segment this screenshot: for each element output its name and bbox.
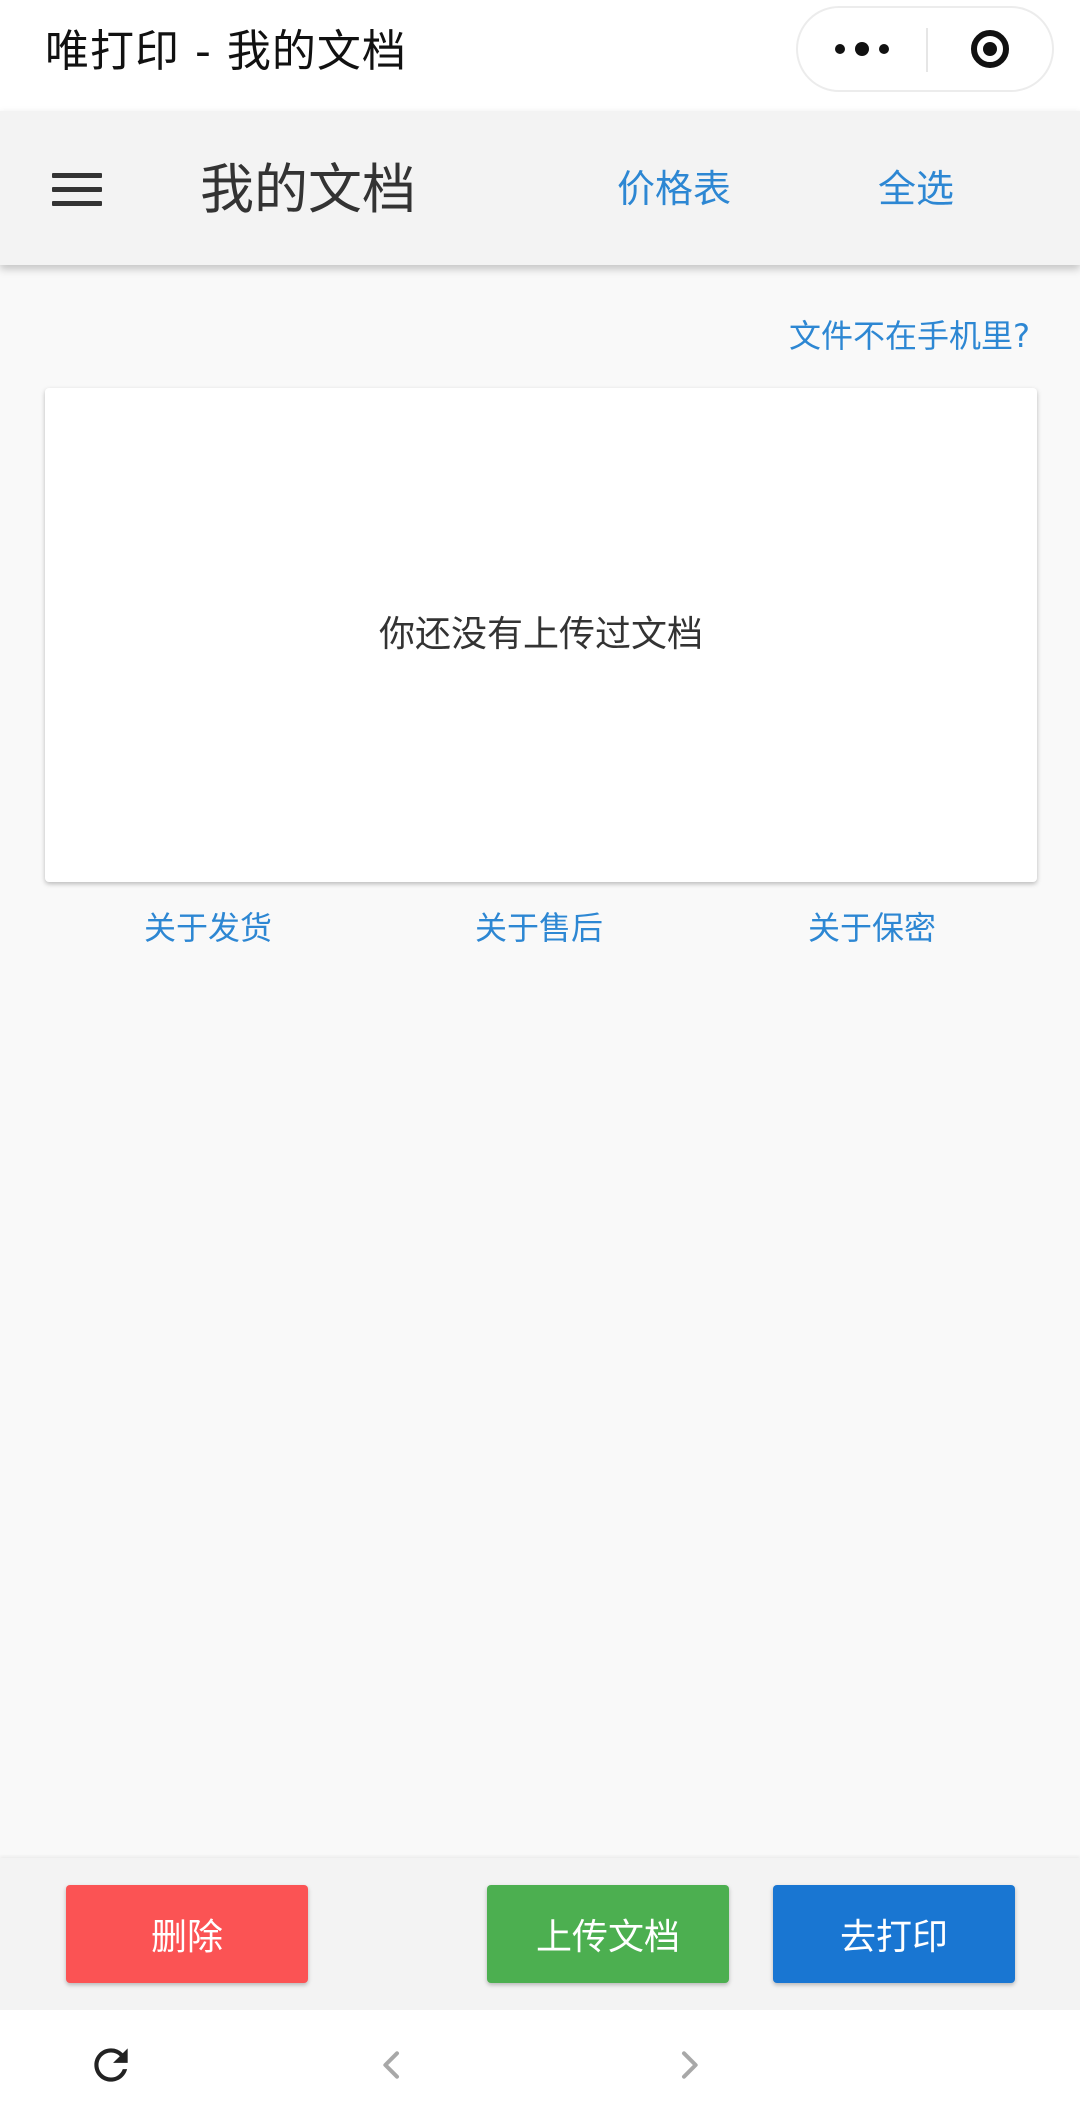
target-close-icon <box>971 30 1009 68</box>
miniapp-title: 唯打印 - 我的文档 <box>45 26 407 77</box>
page-header: 我的文档 价格表 全选 <box>0 111 1080 265</box>
empty-state-message: 你还没有上传过文档 <box>378 614 703 655</box>
document-list-card: 你还没有上传过文档 <box>45 388 1037 882</box>
price-list-link[interactable]: 价格表 <box>617 164 731 214</box>
refresh-button[interactable] <box>76 2030 146 2100</box>
file-not-on-phone-link[interactable]: 文件不在手机里? <box>789 314 1030 358</box>
miniapp-top-bar: 唯打印 - 我的文档 <box>0 0 1080 111</box>
action-bar: 删除 上传文档 去打印 <box>0 1858 1080 2010</box>
refresh-icon <box>94 2048 128 2082</box>
navigation-bar <box>0 2010 1080 2119</box>
chevron-right-icon <box>682 2051 698 2079</box>
delete-button[interactable]: 删除 <box>66 1885 308 1983</box>
more-button[interactable] <box>798 8 926 90</box>
back-button[interactable] <box>357 2030 427 2100</box>
about-shipping-link[interactable]: 关于发货 <box>144 906 272 950</box>
more-dots-icon <box>835 44 845 54</box>
more-dots-icon-center <box>855 42 869 56</box>
miniapp-capsule <box>796 6 1054 92</box>
more-dots-icon-right <box>879 44 889 54</box>
close-miniapp-button[interactable] <box>928 8 1052 90</box>
page-title: 我的文档 <box>200 158 416 221</box>
go-print-button[interactable]: 去打印 <box>773 1885 1015 1983</box>
about-after-sales-link[interactable]: 关于售后 <box>475 906 603 950</box>
upload-document-button[interactable]: 上传文档 <box>487 1885 729 1983</box>
chevron-left-icon <box>383 2051 399 2079</box>
forward-button[interactable] <box>654 2030 724 2100</box>
about-privacy-link[interactable]: 关于保密 <box>808 906 936 950</box>
select-all-button[interactable]: 全选 <box>878 164 954 214</box>
hamburger-menu-icon[interactable] <box>52 173 102 207</box>
